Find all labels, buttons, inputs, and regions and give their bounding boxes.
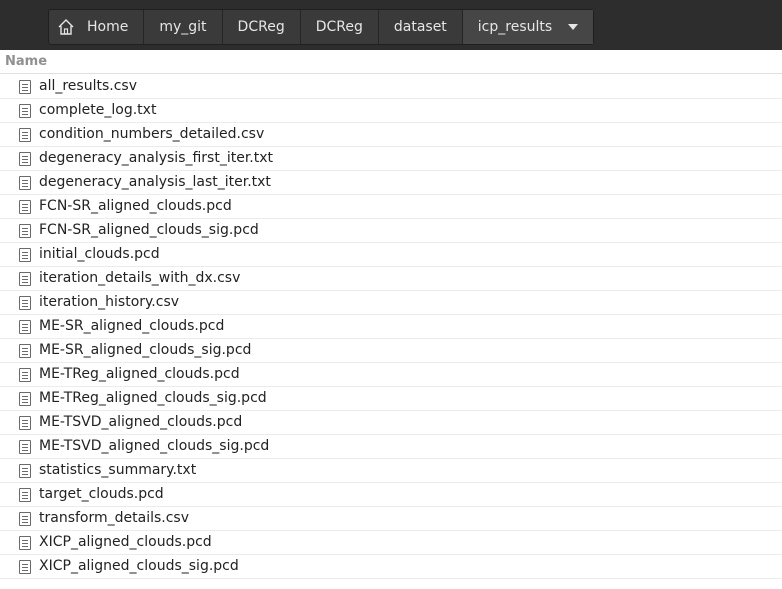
breadcrumb-label: DCReg (315, 19, 363, 35)
file-name: ME-TSVD_aligned_clouds_sig.pcd (39, 438, 270, 454)
file-name: ME-TReg_aligned_clouds.pcd (39, 366, 240, 382)
file-list: all_results.csv complete_log.txt condition… (0, 75, 782, 579)
breadcrumb-label: Home (87, 19, 129, 35)
file-row[interactable]: ME-TReg_aligned_clouds.pcd (0, 363, 782, 387)
breadcrumb-home[interactable]: Home (49, 10, 145, 44)
chevron-down-icon[interactable] (568, 24, 579, 30)
file-row[interactable]: ME-TReg_aligned_clouds_sig.pcd (0, 387, 782, 411)
text-file-icon (19, 440, 31, 454)
file-name: initial_clouds.pcd (39, 246, 160, 262)
breadcrumb-label: dataset (393, 19, 447, 35)
breadcrumb-my-git[interactable]: my_git (144, 10, 223, 44)
file-name: degeneracy_analysis_first_iter.txt (39, 150, 274, 166)
text-file-icon (19, 128, 31, 142)
file-name: all_results.csv (39, 78, 137, 94)
breadcrumb-label: my_git (159, 19, 207, 35)
file-name: target_clouds.pcd (39, 486, 164, 502)
text-file-icon (19, 368, 31, 382)
file-row[interactable]: ME-SR_aligned_clouds.pcd (0, 315, 782, 339)
text-file-icon (19, 224, 31, 238)
text-file-icon (19, 104, 31, 118)
file-row[interactable]: FCN-SR_aligned_clouds.pcd (0, 195, 782, 219)
text-file-icon (19, 344, 31, 358)
file-row[interactable]: transform_details.csv (0, 507, 782, 531)
text-file-icon (19, 200, 31, 214)
breadcrumb-dataset[interactable]: dataset (379, 10, 463, 44)
text-file-icon (19, 248, 31, 262)
file-name: iteration_details_with_dx.csv (39, 270, 241, 286)
text-file-icon (19, 176, 31, 190)
file-name: ME-TReg_aligned_clouds_sig.pcd (39, 390, 267, 406)
file-row[interactable]: iteration_details_with_dx.csv (0, 267, 782, 291)
breadcrumb: Home my_git DCReg DCReg dataset icp_resu… (48, 9, 595, 45)
text-file-icon (19, 392, 31, 406)
breadcrumb-label: icp_results (477, 19, 553, 35)
file-name: ME-SR_aligned_clouds.pcd (39, 318, 225, 334)
file-row[interactable]: iteration_history.csv (0, 291, 782, 315)
location-bar: Home my_git DCReg DCReg dataset icp_resu… (0, 0, 782, 50)
file-name: FCN-SR_aligned_clouds_sig.pcd (39, 222, 259, 238)
file-name: degeneracy_analysis_last_iter.txt (39, 174, 271, 190)
text-file-icon (19, 272, 31, 286)
breadcrumb-dcreg-1[interactable]: DCReg (223, 10, 301, 44)
file-row[interactable]: XICP_aligned_clouds_sig.pcd (0, 555, 782, 579)
file-name: ME-SR_aligned_clouds_sig.pcd (39, 342, 252, 358)
file-row[interactable]: degeneracy_analysis_last_iter.txt (0, 171, 782, 195)
home-icon (58, 19, 74, 35)
text-file-icon (19, 80, 31, 94)
text-file-icon (19, 416, 31, 430)
file-name: FCN-SR_aligned_clouds.pcd (39, 198, 232, 214)
text-file-icon (19, 152, 31, 166)
file-row[interactable]: target_clouds.pcd (0, 483, 782, 507)
file-row[interactable]: FCN-SR_aligned_clouds_sig.pcd (0, 219, 782, 243)
file-row[interactable]: ME-SR_aligned_clouds_sig.pcd (0, 339, 782, 363)
file-name: transform_details.csv (39, 510, 190, 526)
breadcrumb-icp-results[interactable]: icp_results (462, 10, 594, 44)
file-name: XICP_aligned_clouds_sig.pcd (39, 558, 239, 574)
file-name: ME-TSVD_aligned_clouds.pcd (39, 414, 243, 430)
file-row[interactable]: condition_numbers_detailed.csv (0, 123, 782, 147)
text-file-icon (19, 560, 31, 574)
file-row[interactable]: complete_log.txt (0, 99, 782, 123)
file-row[interactable]: initial_clouds.pcd (0, 243, 782, 267)
text-file-icon (19, 320, 31, 334)
file-name: statistics_summary.txt (39, 462, 197, 478)
file-row[interactable]: statistics_summary.txt (0, 459, 782, 483)
name-column-label: Name (5, 54, 48, 69)
column-header[interactable]: Name (0, 50, 782, 74)
text-file-icon (19, 536, 31, 550)
text-file-icon (19, 512, 31, 526)
file-name: XICP_aligned_clouds.pcd (39, 534, 212, 550)
breadcrumb-label: DCReg (237, 19, 285, 35)
breadcrumb-dcreg-2[interactable]: DCReg (301, 10, 379, 44)
file-name: complete_log.txt (39, 102, 157, 118)
text-file-icon (19, 296, 31, 310)
text-file-icon (19, 488, 31, 502)
file-row[interactable]: ME-TSVD_aligned_clouds_sig.pcd (0, 435, 782, 459)
file-row[interactable]: XICP_aligned_clouds.pcd (0, 531, 782, 555)
file-row[interactable]: degeneracy_analysis_first_iter.txt (0, 147, 782, 171)
file-row[interactable]: all_results.csv (0, 75, 782, 99)
file-row[interactable]: ME-TSVD_aligned_clouds.pcd (0, 411, 782, 435)
file-name: condition_numbers_detailed.csv (39, 126, 265, 142)
text-file-icon (19, 464, 31, 478)
file-name: iteration_history.csv (39, 294, 180, 310)
